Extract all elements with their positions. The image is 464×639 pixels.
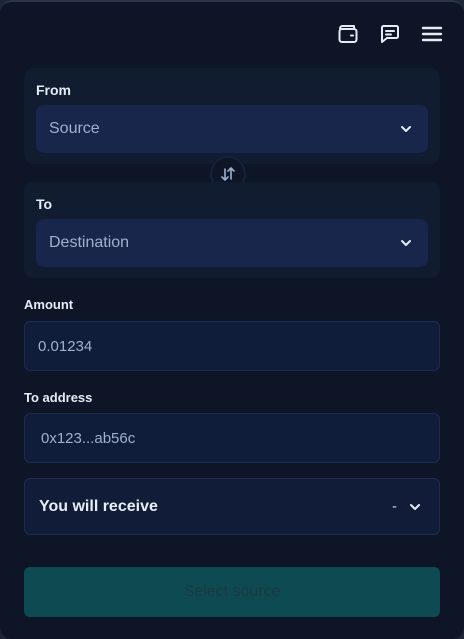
receive-label: You will receive [39, 497, 158, 515]
menu-icon[interactable] [420, 22, 444, 46]
chevron-down-icon [401, 126, 411, 132]
source-select-value: Source [49, 120, 100, 137]
to-panel: To Destination [24, 182, 440, 278]
chevron-down-icon [410, 503, 420, 510]
source-select[interactable]: Source [36, 105, 428, 153]
wallet-icon[interactable] [336, 22, 360, 46]
chat-icon[interactable] [378, 22, 402, 46]
swap-arrows-icon [221, 167, 235, 181]
receive-summary[interactable]: You will receive - [24, 478, 440, 535]
receive-value: - [392, 498, 397, 515]
receive-value-group: - [392, 498, 423, 515]
select-source-button-label: Select source [183, 583, 281, 600]
to-address-label: To address [24, 390, 93, 405]
from-label: From [36, 82, 71, 98]
to-address-value: 0x123...ab56c [41, 429, 136, 447]
amount-value: 0.01234 [38, 337, 93, 355]
amount-label: Amount [24, 297, 74, 312]
from-panel: From Source [24, 68, 440, 164]
amount-input[interactable]: 0.01234 [24, 321, 440, 371]
destination-select[interactable]: Destination [36, 219, 428, 267]
chevron-down-icon [401, 240, 411, 246]
toolbar [336, 22, 444, 46]
destination-select-value: Destination [49, 234, 130, 251]
select-source-button[interactable]: Select source [24, 567, 440, 617]
bridge-widget: From Source To Destination Amount 0.0123… [0, 0, 464, 639]
to-address-input[interactable]: 0x123...ab56c [24, 413, 440, 463]
to-label: To [36, 196, 53, 212]
